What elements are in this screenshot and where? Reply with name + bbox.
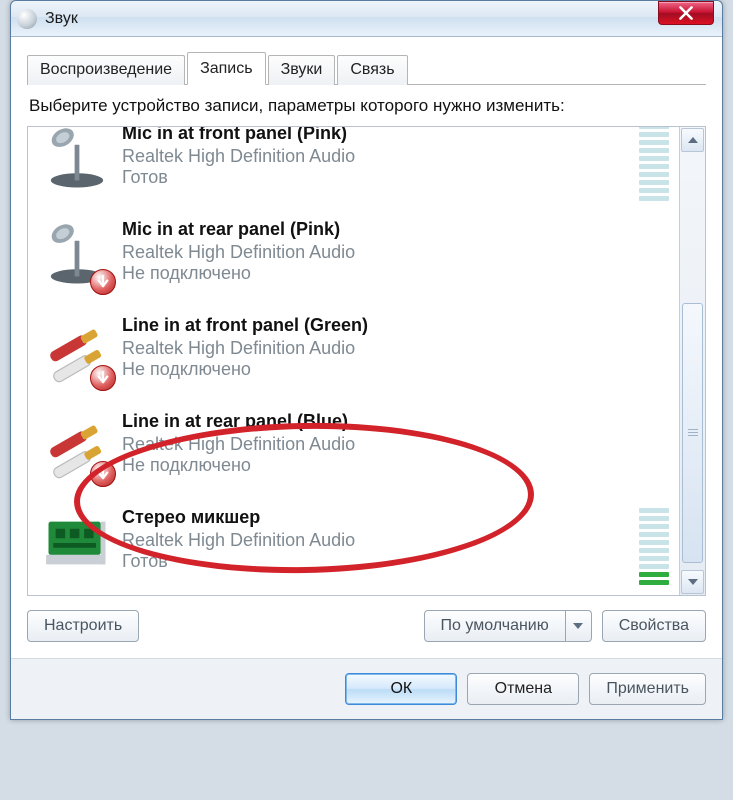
scroll-track[interactable] — [680, 153, 705, 569]
scroll-up-button[interactable] — [681, 128, 704, 152]
properties-button[interactable]: Свойства — [602, 610, 706, 642]
device-status: Не подключено — [122, 455, 639, 476]
apply-button[interactable]: Применить — [589, 673, 706, 705]
instruction-text: Выберите устройство записи, параметры ко… — [29, 95, 706, 116]
device-row[interactable]: Mic in at rear panel (Pink)Realtek High … — [28, 207, 679, 303]
sound-dialog: Звук Воспроизведение Запись Звуки Связь … — [10, 0, 723, 720]
mic-icon — [32, 213, 122, 297]
tab-recording[interactable]: Запись — [187, 52, 266, 85]
device-status: Не подключено — [122, 263, 639, 284]
device-text: Line in at front panel (Green)Realtek Hi… — [122, 309, 639, 380]
configure-button[interactable]: Настроить — [27, 610, 139, 642]
window-title: Звук — [45, 10, 716, 28]
device-row[interactable]: Line in at front panel (Green)Realtek Hi… — [28, 303, 679, 399]
device-list: Mic in at front panel (Pink) Realtek High… — [27, 126, 706, 596]
cable-icon — [32, 405, 122, 489]
device-driver: Realtek High Definition Audio — [122, 338, 639, 359]
scroll-down-button[interactable] — [681, 570, 704, 594]
mic-icon — [32, 127, 122, 201]
tab-playback[interactable]: Воспроизведение — [27, 55, 185, 85]
tab-bar: Воспроизведение Запись Звуки Связь — [27, 51, 706, 85]
set-default-button[interactable]: По умолчанию — [424, 610, 566, 642]
set-default-splitbutton[interactable]: По умолчанию — [424, 610, 592, 642]
device-text: Mic in at rear panel (Pink)Realtek High … — [122, 213, 639, 284]
device-name: Line in at front panel (Green) — [122, 315, 639, 336]
ok-button[interactable]: ОК — [345, 673, 457, 705]
device-status: Готов — [122, 551, 639, 572]
close-icon — [679, 6, 693, 20]
tab-communications[interactable]: Связь — [337, 55, 407, 85]
cable-icon — [32, 309, 122, 393]
app-icon — [17, 9, 37, 29]
cancel-button[interactable]: Отмена — [467, 673, 579, 705]
set-default-dropdown[interactable] — [566, 610, 592, 642]
device-text: Mic in at front panel (Pink) Realtek High… — [122, 127, 639, 188]
device-row[interactable]: Mic in at front panel (Pink) Realtek High… — [28, 127, 679, 207]
client-area: Воспроизведение Запись Звуки Связь Выбер… — [11, 37, 722, 658]
device-driver: Realtek High Definition Audio — [122, 242, 639, 263]
device-status: Не подключено — [122, 359, 639, 380]
scrollbar[interactable] — [679, 127, 705, 595]
list-buttons-row: Настроить По умолчанию Свойства — [27, 610, 706, 642]
card-icon — [32, 501, 122, 585]
device-text: Line in at rear panel (Blue)Realtek High… — [122, 405, 639, 476]
scroll-thumb[interactable] — [682, 303, 703, 563]
chevron-down-icon — [688, 579, 698, 585]
device-row[interactable]: Line in at rear panel (Blue)Realtek High… — [28, 399, 679, 495]
titlebar[interactable]: Звук — [11, 1, 722, 37]
level-meter — [639, 127, 669, 201]
level-meter — [639, 505, 669, 585]
device-driver: Realtek High Definition Audio — [122, 146, 639, 167]
device-name: Mic in at front panel (Pink) — [122, 127, 639, 144]
tab-sounds[interactable]: Звуки — [268, 55, 336, 85]
chevron-up-icon — [688, 137, 698, 143]
device-list-viewport[interactable]: Mic in at front panel (Pink) Realtek High… — [28, 127, 679, 595]
close-button[interactable] — [658, 1, 714, 25]
chevron-down-icon — [573, 623, 583, 629]
device-status: Готов — [122, 167, 639, 188]
device-name: Mic in at rear panel (Pink) — [122, 219, 639, 240]
device-name: Стерео микшер — [122, 507, 639, 528]
device-name: Line in at rear panel (Blue) — [122, 411, 639, 432]
device-driver: Realtek High Definition Audio — [122, 434, 639, 455]
dialog-footer: ОК Отмена Применить — [11, 658, 722, 719]
device-row[interactable]: Стерео микшерRealtek High Definition Aud… — [28, 495, 679, 591]
device-driver: Realtek High Definition Audio — [122, 530, 639, 551]
device-text: Стерео микшерRealtek High Definition Aud… — [122, 501, 639, 572]
